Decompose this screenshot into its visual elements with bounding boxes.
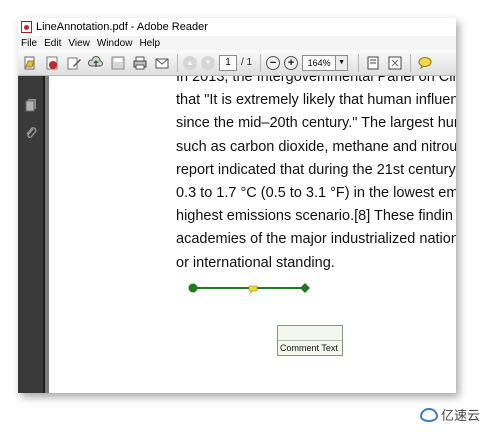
- comment-text: Comment Text: [280, 343, 338, 353]
- comment-icon[interactable]: [416, 54, 434, 72]
- navigation-sidebar: [18, 76, 45, 393]
- menu-file[interactable]: File: [21, 38, 37, 49]
- menu-bar: File Edit View Window Help: [18, 36, 456, 50]
- open-icon[interactable]: [21, 54, 39, 72]
- edit-icon[interactable]: [65, 54, 83, 72]
- comment-popup[interactable]: Comment Text: [277, 325, 343, 356]
- window-title: LineAnnotation.pdf - Adobe Reader: [36, 21, 208, 33]
- single-page-icon[interactable]: [364, 54, 382, 72]
- page-number-input[interactable]: 1: [219, 54, 237, 71]
- toolbar-separator: [260, 53, 262, 72]
- email-icon[interactable]: [153, 54, 171, 72]
- menu-edit[interactable]: Edit: [44, 38, 61, 49]
- line-annotation-layer: [188, 283, 310, 294]
- menu-view[interactable]: View: [68, 38, 90, 49]
- comment-divider: [278, 340, 342, 341]
- watermark-text: 亿速云: [440, 408, 480, 423]
- page-total-label: / 1: [241, 57, 253, 68]
- adobe-reader-icon: [21, 21, 32, 33]
- zoom-dropdown-icon[interactable]: ▼: [336, 54, 349, 71]
- upload-icon[interactable]: [87, 54, 105, 72]
- toolbar-separator: [358, 53, 360, 72]
- note-icon[interactable]: [248, 285, 258, 294]
- menu-window[interactable]: Window: [97, 38, 133, 49]
- fit-page-icon[interactable]: [386, 54, 404, 72]
- pages-icon[interactable]: [24, 98, 38, 113]
- watermark: 亿速云: [419, 405, 480, 424]
- line-start-circle[interactable]: [188, 283, 198, 293]
- next-page-icon[interactable]: ▼: [201, 55, 215, 70]
- zoom-in-icon[interactable]: +: [284, 55, 299, 70]
- adobe-reader-window: LineAnnotation.pdf - Adobe Reader File E…: [18, 18, 456, 393]
- attachment-icon[interactable]: [24, 126, 38, 141]
- save-icon[interactable]: [109, 54, 127, 72]
- document-page: In 2013, the Intergovernmental Panel on …: [49, 76, 456, 393]
- watermark-logo-icon: [419, 407, 438, 422]
- menu-help[interactable]: Help: [139, 38, 160, 49]
- toolbar-separator: [410, 53, 412, 72]
- print-icon[interactable]: [131, 54, 149, 72]
- prev-page-icon[interactable]: ▲: [183, 55, 197, 70]
- create-pdf-icon[interactable]: [43, 54, 61, 72]
- line-end-diamond[interactable]: [300, 283, 310, 293]
- toolbar: ▲ ▼ 1 / 1 − + 164% ▼: [18, 50, 456, 76]
- title-bar: LineAnnotation.pdf - Adobe Reader: [18, 18, 456, 36]
- zoom-input[interactable]: 164%: [302, 54, 337, 71]
- zoom-out-icon[interactable]: −: [266, 55, 281, 70]
- toolbar-separator: [177, 53, 178, 72]
